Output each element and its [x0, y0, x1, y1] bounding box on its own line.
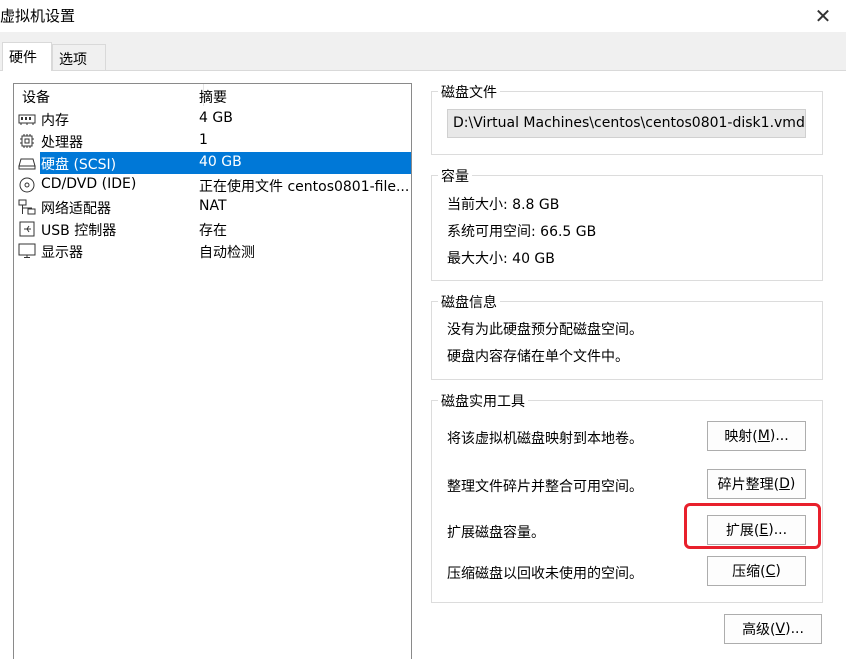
usb-icon	[19, 221, 35, 237]
disk-info-line-2: 硬盘内容存储在单个文件中。	[447, 349, 629, 365]
compact-button-label-pre: 压缩(	[732, 564, 766, 580]
monitor-icon	[18, 243, 36, 258]
disk-file-group: 磁盘文件 D:\Virtual Machines\centos\centos08…	[431, 82, 823, 155]
map-button-label-pre: 映射(	[724, 429, 758, 445]
device-summary: 40 GB	[199, 154, 242, 170]
device-summary: 4 GB	[199, 110, 233, 126]
defrag-button[interactable]: 碎片整理(D)	[707, 469, 806, 499]
disk-file-group-title: 磁盘文件	[438, 82, 500, 102]
device-list-header: 设备 摘要	[14, 84, 411, 106]
memory-icon	[18, 114, 36, 125]
compact-button-accesskey: C	[765, 563, 776, 579]
device-name: 硬盘 (SCSI)	[41, 157, 117, 173]
device-row-monitor[interactable]: 显示器 自动检测	[14, 240, 411, 262]
device-row-harddisk[interactable]: 硬盘 (SCSI) 40 GB	[14, 152, 411, 174]
disk-info-line-1: 没有为此硬盘预分配磁盘空间。	[447, 322, 643, 338]
advanced-button[interactable]: 高级(V)...	[724, 614, 822, 644]
device-summary: 正在使用文件 centos0801-file...	[199, 179, 409, 195]
compact-button[interactable]: 压缩(C)	[707, 556, 806, 586]
disk-info-group-title: 磁盘信息	[438, 292, 500, 312]
disk-file-path[interactable]: D:\Virtual Machines\centos\centos0801-di…	[447, 109, 806, 138]
device-row-processor[interactable]: 处理器 1	[14, 130, 411, 152]
advanced-button-label-post: )...	[785, 621, 804, 637]
defrag-button-label-pre: 碎片整理(	[717, 477, 780, 493]
defrag-button-accesskey: D	[779, 476, 790, 492]
device-row-cd-dvd[interactable]: CD/DVD (IDE) 正在使用文件 centos0801-file...	[14, 174, 411, 196]
device-name: 处理器	[41, 135, 83, 151]
cd-dvd-icon	[19, 177, 35, 193]
device-summary: 1	[199, 132, 208, 148]
max-size-text: 最大大小: 40 GB	[447, 251, 555, 267]
harddisk-icon	[18, 158, 36, 170]
advanced-button-label-pre: 高级(	[742, 622, 776, 638]
device-name: 显示器	[41, 245, 83, 261]
capacity-group: 容量 当前大小: 8.8 GB 系统可用空间: 66.5 GB 最大大小: 40…	[431, 166, 823, 281]
advanced-button-accesskey: V	[775, 621, 786, 637]
title-bar: 虚拟机设置 ✕	[0, 0, 846, 32]
device-name: USB 控制器	[41, 223, 117, 239]
device-name: CD/DVD (IDE)	[41, 176, 137, 192]
device-summary: 存在	[199, 223, 227, 239]
expand-description: 扩展磁盘容量。	[447, 525, 545, 541]
window-title: 虚拟机设置	[0, 7, 76, 25]
device-name: 网络适配器	[41, 201, 111, 217]
tab-hardware[interactable]: 硬件	[2, 42, 52, 71]
expand-button-highlight	[684, 503, 821, 549]
processor-icon	[20, 134, 34, 148]
column-header-summary[interactable]: 摘要	[199, 87, 227, 107]
device-name: 内存	[41, 113, 69, 129]
device-summary: NAT	[199, 198, 227, 214]
map-button-accesskey: M	[757, 428, 770, 444]
map-button-label-post: )...	[769, 428, 789, 444]
disk-utilities-group-title: 磁盘实用工具	[438, 391, 528, 411]
device-list[interactable]: 设备 摘要 内存 4 GB 处理器 1 硬盘 (SCSI) 40 GB CD/D…	[13, 83, 412, 659]
device-row-network[interactable]: 网络适配器 NAT	[14, 196, 411, 218]
disk-info-group: 磁盘信息 没有为此硬盘预分配磁盘空间。 硬盘内容存储在单个文件中。	[431, 292, 823, 380]
close-button[interactable]: ✕	[800, 0, 846, 32]
current-size-text: 当前大小: 8.8 GB	[447, 197, 560, 213]
compact-button-label-post: )	[775, 563, 781, 579]
device-row-usb[interactable]: USB 控制器 存在	[14, 218, 411, 240]
network-adapter-icon	[18, 199, 36, 215]
capacity-group-title: 容量	[438, 166, 472, 186]
compact-description: 压缩磁盘以回收未使用的空间。	[447, 566, 643, 582]
device-summary: 自动检测	[199, 245, 255, 261]
close-icon: ✕	[814, 4, 832, 28]
column-header-device[interactable]: 设备	[22, 87, 50, 107]
tab-options[interactable]: 选项	[52, 44, 106, 70]
device-row-memory[interactable]: 内存 4 GB	[14, 108, 411, 130]
system-free-text: 系统可用空间: 66.5 GB	[447, 224, 597, 240]
defrag-button-label-post: )	[789, 476, 796, 492]
map-button[interactable]: 映射(M)...	[707, 421, 806, 451]
map-description: 将该虚拟机磁盘映射到本地卷。	[447, 431, 643, 447]
defrag-description: 整理文件碎片并整合可用空间。	[447, 479, 643, 495]
